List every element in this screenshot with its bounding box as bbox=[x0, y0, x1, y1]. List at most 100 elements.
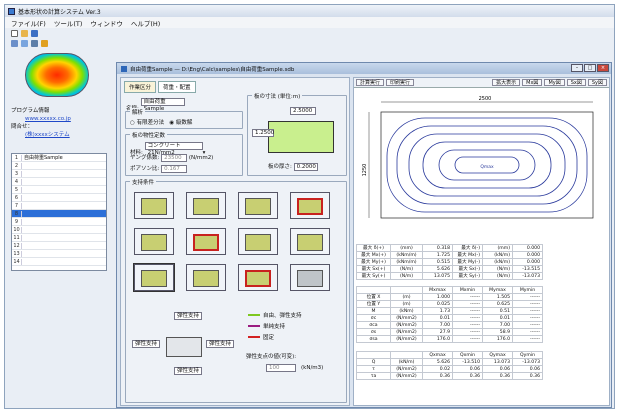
table-row: 最大 Mx(+) (kNm/m) 1.725 最大 Mx(-) (kN/m) 0.000 bbox=[356, 251, 543, 259]
close-button[interactable]: × bbox=[597, 64, 609, 72]
table-cell: 7.00 bbox=[482, 321, 513, 329]
poisson-label: ポアソン比: bbox=[130, 166, 160, 172]
mx-button[interactable]: Mx図 bbox=[522, 79, 543, 86]
save-icon[interactable] bbox=[31, 29, 38, 37]
table-cell: (kN/m) bbox=[482, 251, 513, 259]
poisson-input[interactable]: 0.167 bbox=[161, 165, 188, 173]
support-option[interactable] bbox=[290, 228, 330, 255]
thick-input[interactable]: 0.2000 bbox=[293, 163, 318, 171]
case-list-row[interactable]: 4 bbox=[12, 178, 106, 186]
menu-help[interactable]: ヘルプ(H) bbox=[131, 18, 160, 28]
case-list-row[interactable]: 12 bbox=[12, 242, 106, 250]
case-list-row[interactable]: 9 bbox=[12, 218, 106, 226]
case-row-number: 13 bbox=[12, 250, 22, 257]
table-cell: Qxmax bbox=[422, 351, 453, 359]
support-option[interactable] bbox=[133, 263, 175, 292]
case-list-row[interactable]: 13 bbox=[12, 250, 106, 258]
support-right-select[interactable]: 弾性支持 bbox=[206, 340, 234, 348]
support-plate bbox=[141, 198, 167, 215]
elastic-unit: (kN/m3) bbox=[301, 365, 324, 371]
menu-window[interactable]: ウィンドウ bbox=[90, 18, 123, 28]
case-list-row[interactable]: 5 bbox=[12, 186, 106, 194]
info-label: プログラム情報 bbox=[11, 108, 50, 114]
tab-load[interactable]: 荷重・配置 bbox=[158, 81, 196, 93]
support-option[interactable] bbox=[134, 228, 174, 255]
height-input[interactable]: 1.2500 bbox=[252, 129, 274, 137]
case-list-row[interactable]: 2 bbox=[12, 162, 106, 170]
company-link[interactable]: (株)xxxxシステム bbox=[11, 131, 109, 139]
case-list-row[interactable]: 14 bbox=[12, 258, 106, 266]
maximize-button[interactable]: □ bbox=[584, 64, 596, 72]
support-option[interactable] bbox=[290, 192, 330, 219]
case-row-number: 6 bbox=[12, 194, 22, 201]
tab-work[interactable]: 作業区分 bbox=[124, 81, 157, 93]
support-option[interactable] bbox=[186, 192, 226, 219]
sy-button[interactable]: Sy図 bbox=[587, 79, 607, 86]
sx-button[interactable]: Sx図 bbox=[566, 79, 586, 86]
table-header: Mxmax Mxmin Mymax Mymin bbox=[356, 286, 543, 294]
pencil-icon[interactable] bbox=[41, 39, 48, 47]
support-option[interactable] bbox=[238, 264, 278, 291]
book-icon[interactable] bbox=[31, 39, 38, 47]
website-link[interactable]: www.xxxxx.co.jp bbox=[11, 115, 109, 123]
case-list-row[interactable]: 6 bbox=[12, 194, 106, 202]
support-option[interactable] bbox=[186, 264, 226, 291]
new-file-icon[interactable] bbox=[11, 29, 18, 37]
table-cell: ------ bbox=[512, 314, 543, 322]
contact-label: 問合せ： bbox=[11, 124, 34, 130]
name-input[interactable]: 自由荷重Sample bbox=[140, 98, 185, 112]
table-cell: M bbox=[356, 307, 391, 315]
support-plate bbox=[193, 234, 219, 251]
material-select[interactable]: コンクリート 21N/mm2 bbox=[144, 142, 203, 156]
case-list[interactable]: 1 自由荷重Sample 2 3 4 5 6 7 8 9 10 11 12 13 14 bbox=[11, 153, 107, 271]
table-cell: 0.36 bbox=[482, 372, 513, 380]
preview-icon[interactable] bbox=[21, 39, 28, 47]
table-cell: ------ bbox=[512, 300, 543, 308]
table-cell: 27.9 bbox=[422, 328, 453, 336]
support-option[interactable] bbox=[290, 264, 330, 291]
print-icon[interactable] bbox=[11, 39, 18, 47]
open-folder-icon[interactable] bbox=[21, 29, 28, 37]
menu-file[interactable]: ファイル(F) bbox=[11, 18, 46, 28]
support-option[interactable] bbox=[134, 192, 174, 219]
support-option[interactable] bbox=[238, 228, 278, 255]
case-list-row[interactable]: 10 bbox=[12, 226, 106, 234]
support-plate bbox=[245, 198, 271, 215]
zoom-button[interactable]: 拡大表示 bbox=[492, 79, 521, 86]
case-list-row[interactable]: 3 bbox=[12, 170, 106, 178]
support-plate bbox=[141, 234, 167, 251]
title-bar: 基本形状の計算システム Ver.3 bbox=[5, 5, 614, 17]
support-option[interactable] bbox=[238, 192, 278, 219]
table-cell: 58.9 bbox=[482, 328, 513, 336]
young-input[interactable]: 23500 bbox=[161, 154, 188, 162]
table-cell: (N/mm2) bbox=[390, 328, 423, 336]
toolbar-row1 bbox=[5, 28, 614, 38]
method-series[interactable]: 級数解 bbox=[176, 120, 193, 126]
elastic-input[interactable]: 100 bbox=[266, 364, 296, 372]
table-cell: ------ bbox=[512, 307, 543, 315]
width-input[interactable]: 2.5000 bbox=[290, 107, 316, 115]
support-option[interactable] bbox=[186, 228, 226, 255]
calc-button[interactable]: 計算実行 bbox=[356, 79, 385, 86]
table-cell: 最大 Mx(+) bbox=[356, 251, 391, 259]
support-left-select[interactable]: 弾性支持 bbox=[132, 340, 160, 348]
support-bottom-select[interactable]: 弾性支持 bbox=[174, 367, 202, 375]
method-fdm[interactable]: 有限差分法 bbox=[137, 120, 165, 126]
minimize-button[interactable]: – bbox=[571, 64, 583, 72]
legend-free-swatch bbox=[248, 314, 260, 316]
table-cell: (N/mm2) bbox=[390, 372, 423, 380]
table-cell: 176.0 bbox=[422, 335, 453, 343]
table-cell: 176.0 bbox=[482, 335, 513, 343]
case-list-row[interactable]: 11 bbox=[12, 234, 106, 242]
print-button[interactable]: 印刷実行 bbox=[386, 79, 415, 86]
table-cell: Mymax bbox=[482, 286, 513, 294]
case-list-row[interactable]: 1 自由荷重Sample bbox=[12, 154, 106, 162]
child-window: 自由荷重Sample — D:\Eng\Calc\samples\自由荷重Sam… bbox=[116, 62, 612, 408]
case-list-row[interactable]: 8 bbox=[12, 210, 106, 218]
my-button[interactable]: My図 bbox=[544, 79, 565, 86]
case-list-row[interactable]: 7 bbox=[12, 202, 106, 210]
support-top-select[interactable]: 弾性支持 bbox=[174, 312, 202, 320]
menu-tools[interactable]: ツール(T) bbox=[54, 18, 83, 28]
table-cell: Mxmax bbox=[422, 286, 453, 294]
table-cell: Qymin bbox=[512, 351, 543, 359]
